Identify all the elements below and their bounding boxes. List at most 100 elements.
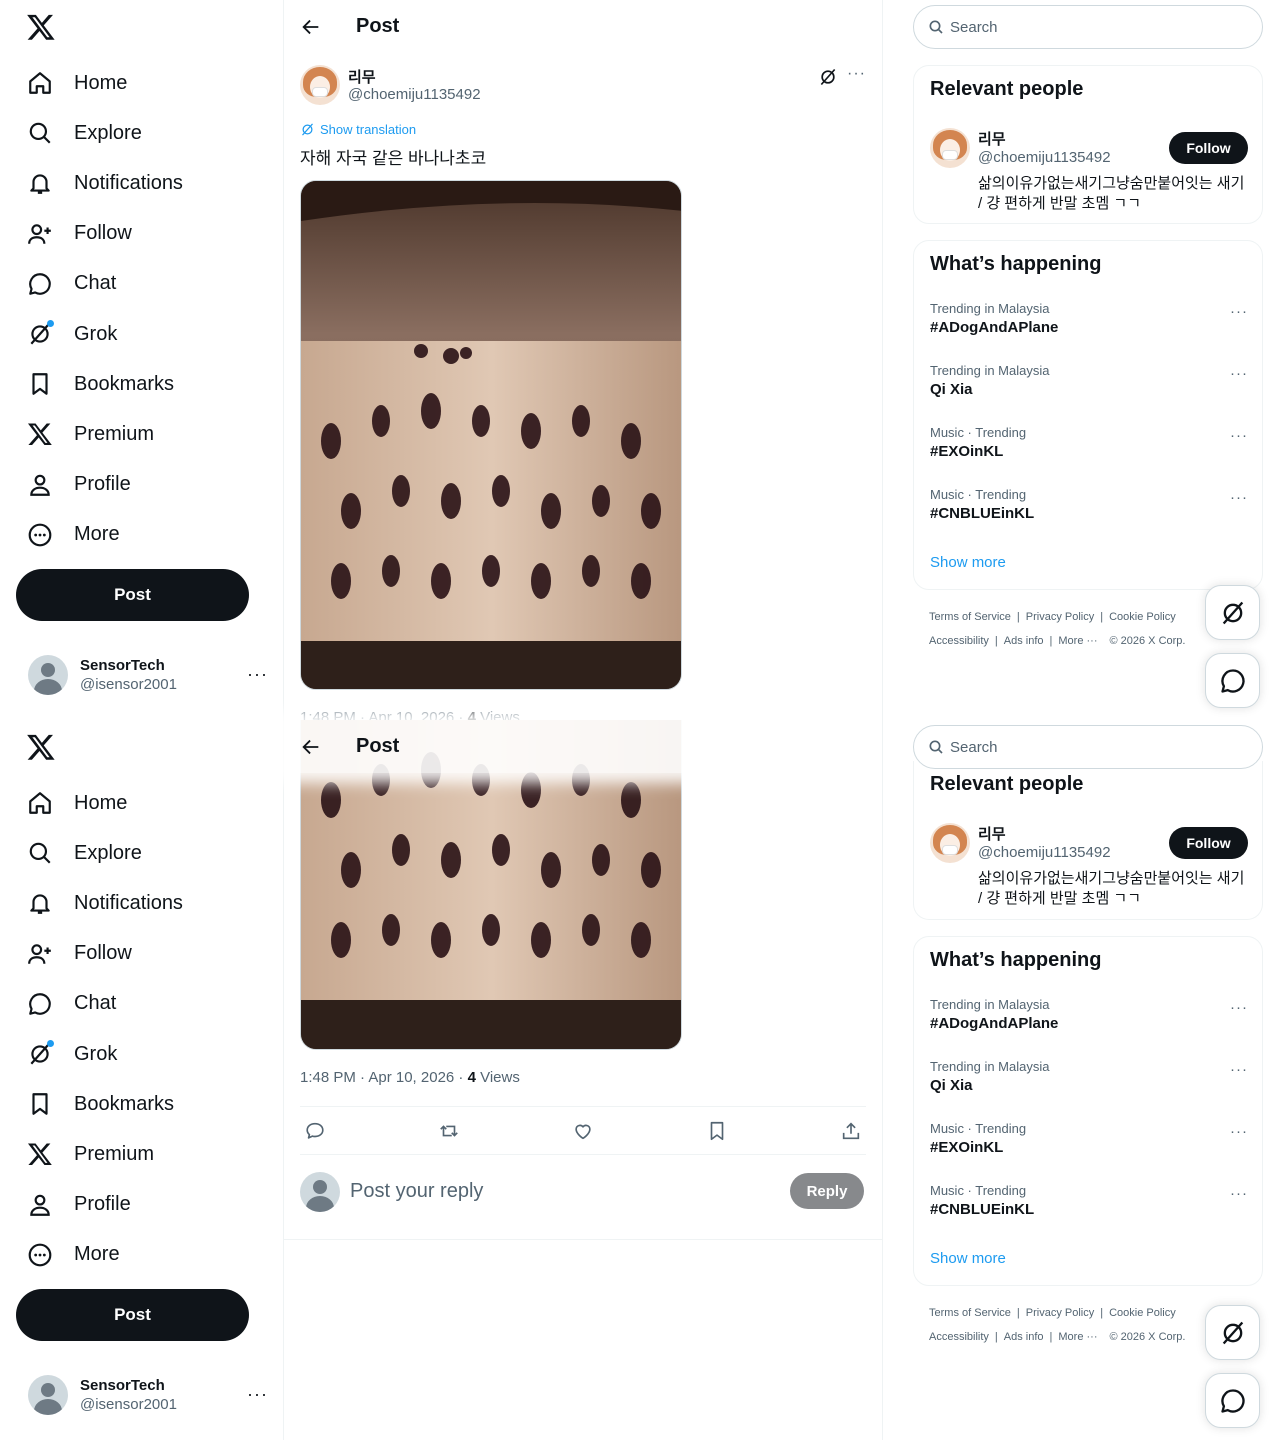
- show-more-link[interactable]: Show more: [930, 1250, 1006, 1267]
- nav-follow[interactable]: Follow: [16, 209, 266, 259]
- person-handle[interactable]: @choemiju1135492: [978, 149, 1111, 166]
- nav-profile[interactable]: Profile: [16, 460, 266, 510]
- person-name[interactable]: 리무: [978, 823, 1006, 844]
- author-handle[interactable]: @choemiju1135492: [348, 86, 481, 103]
- chat-float-button[interactable]: [1205, 1373, 1260, 1428]
- nav-explore[interactable]: Explore: [16, 108, 266, 158]
- account-switcher[interactable]: SensorTech @isensor2001 ···: [28, 654, 268, 696]
- footer-cookie[interactable]: Cookie Policy: [1109, 611, 1176, 623]
- bell-icon: [26, 889, 54, 917]
- grok-float-button[interactable]: [1205, 1305, 1260, 1360]
- footer-ads[interactable]: Ads info: [1004, 635, 1044, 647]
- person-name[interactable]: 리무: [978, 128, 1006, 149]
- follow-button[interactable]: Follow: [1169, 132, 1248, 164]
- like-icon[interactable]: [572, 1120, 594, 1142]
- more-icon[interactable]: ···: [1230, 1123, 1248, 1140]
- more-icon[interactable]: ···: [247, 664, 268, 685]
- nav-bookmarks[interactable]: Bookmarks: [16, 1079, 266, 1129]
- avatar[interactable]: [930, 128, 970, 168]
- post-timestamp[interactable]: 1:48 PM · Apr 10, 2026 ·: [300, 709, 468, 720]
- back-arrow-icon[interactable]: [300, 16, 322, 38]
- follow-button[interactable]: Follow: [1169, 827, 1248, 859]
- nav-explore[interactable]: Explore: [16, 828, 266, 878]
- more-icon[interactable]: ···: [847, 65, 866, 83]
- trend-item[interactable]: Trending in Malaysia #ADogAndAPlane ···: [930, 997, 1248, 1047]
- footer-ads[interactable]: Ads info: [1004, 1331, 1044, 1343]
- post-image[interactable]: [300, 180, 682, 690]
- more-icon[interactable]: ···: [1230, 489, 1248, 506]
- nav-notifications[interactable]: Notifications: [16, 158, 266, 208]
- chat-float-button[interactable]: [1205, 653, 1260, 708]
- author-name[interactable]: 리무: [348, 66, 376, 87]
- share-icon[interactable]: [840, 1120, 862, 1142]
- trend-item[interactable]: Trending in Malaysia Qi Xia ···: [930, 363, 1248, 413]
- x-logo-icon[interactable]: [26, 12, 58, 44]
- nav-grok[interactable]: Grok: [16, 309, 266, 359]
- nav-follow[interactable]: Follow: [16, 929, 266, 979]
- nav-label: Premium: [74, 1142, 155, 1165]
- nav-more[interactable]: More: [16, 510, 266, 560]
- nav-home[interactable]: Home: [16, 58, 266, 108]
- avatar[interactable]: [300, 65, 340, 105]
- nav-home[interactable]: Home: [16, 778, 266, 828]
- account-switcher[interactable]: SensorTech @isensor2001 ···: [28, 1374, 268, 1416]
- reply-icon[interactable]: [304, 1120, 326, 1142]
- reply-button[interactable]: Reply: [790, 1173, 864, 1209]
- footer-terms[interactable]: Terms of Service: [929, 611, 1011, 623]
- back-arrow-icon[interactable]: [300, 736, 322, 758]
- footer-more[interactable]: More ···: [1058, 1331, 1097, 1343]
- more-icon[interactable]: ···: [1230, 1185, 1248, 1202]
- nav-profile[interactable]: Profile: [16, 1180, 266, 1230]
- nav-bookmarks[interactable]: Bookmarks: [16, 359, 266, 409]
- footer-copyright: © 2026 X Corp.: [1109, 1331, 1186, 1343]
- post-timestamp[interactable]: 1:48 PM · Apr 10, 2026 ·: [300, 1069, 468, 1086]
- trend-item[interactable]: Music · Trending #CNBLUEinKL ···: [930, 1183, 1248, 1233]
- more-icon[interactable]: ···: [1230, 1061, 1248, 1078]
- more-icon[interactable]: ···: [1230, 427, 1248, 444]
- trend-item[interactable]: Music · Trending #EXOinKL ···: [930, 425, 1248, 475]
- nav-chat[interactable]: Chat: [16, 979, 266, 1029]
- trend-context: Music · Trending: [930, 1183, 1027, 1198]
- search-input[interactable]: Search: [913, 5, 1263, 49]
- person-item[interactable]: 리무 @choemiju1135492 Follow 삶의이유가없는새기그냥숨만…: [930, 823, 1248, 913]
- footer-cookie[interactable]: Cookie Policy: [1109, 1307, 1176, 1319]
- nav-premium[interactable]: Premium: [16, 1129, 266, 1179]
- footer-privacy[interactable]: Privacy Policy: [1026, 1307, 1094, 1319]
- person-item[interactable]: 리무 @choemiju1135492 Follow 삶의이유가없는새기그냥숨만…: [930, 128, 1248, 218]
- trend-topic: #ADogAndAPlane: [930, 1015, 1059, 1032]
- nav-notifications[interactable]: Notifications: [16, 878, 266, 928]
- trend-item[interactable]: Music · Trending #CNBLUEinKL ···: [930, 487, 1248, 537]
- x-logo-icon: [26, 420, 54, 448]
- more-icon[interactable]: ···: [1230, 999, 1248, 1016]
- nav-chat[interactable]: Chat: [16, 259, 266, 309]
- footer-accessibility[interactable]: Accessibility: [929, 635, 989, 647]
- nav-premium[interactable]: Premium: [16, 409, 266, 459]
- show-more-link[interactable]: Show more: [930, 554, 1006, 571]
- grok-icon[interactable]: [818, 67, 838, 87]
- nav-label: Explore: [74, 841, 142, 864]
- footer-privacy[interactable]: Privacy Policy: [1026, 611, 1094, 623]
- bookmark-icon[interactable]: [706, 1120, 728, 1142]
- primary-nav: Home Explore Notifications Follow Chat G…: [16, 778, 266, 1280]
- more-icon[interactable]: ···: [1230, 303, 1248, 320]
- reply-input[interactable]: Post your reply: [350, 1180, 483, 1203]
- nav-grok[interactable]: Grok: [16, 1029, 266, 1079]
- more-icon[interactable]: ···: [247, 1384, 268, 1405]
- more-icon[interactable]: ···: [1230, 365, 1248, 382]
- footer-accessibility[interactable]: Accessibility: [929, 1331, 989, 1343]
- trend-item[interactable]: Music · Trending #EXOinKL ···: [930, 1121, 1248, 1171]
- footer-more[interactable]: More ···: [1058, 635, 1097, 647]
- footer-terms[interactable]: Terms of Service: [929, 1307, 1011, 1319]
- trend-item[interactable]: Trending in Malaysia #ADogAndAPlane ···: [930, 301, 1248, 351]
- show-translation-link[interactable]: Show translation: [300, 122, 416, 137]
- post-button[interactable]: Post: [16, 569, 249, 621]
- repost-icon[interactable]: [438, 1120, 460, 1142]
- grok-float-button[interactable]: [1205, 585, 1260, 640]
- trend-item[interactable]: Trending in Malaysia Qi Xia ···: [930, 1059, 1248, 1109]
- post-button[interactable]: Post: [16, 1289, 249, 1341]
- x-logo-icon[interactable]: [26, 732, 58, 764]
- person-handle[interactable]: @choemiju1135492: [978, 844, 1111, 861]
- nav-more[interactable]: More: [16, 1230, 266, 1280]
- relevant-people-card: Relevant people 리무 @choemiju1135492 Foll…: [913, 65, 1263, 224]
- avatar[interactable]: [930, 823, 970, 863]
